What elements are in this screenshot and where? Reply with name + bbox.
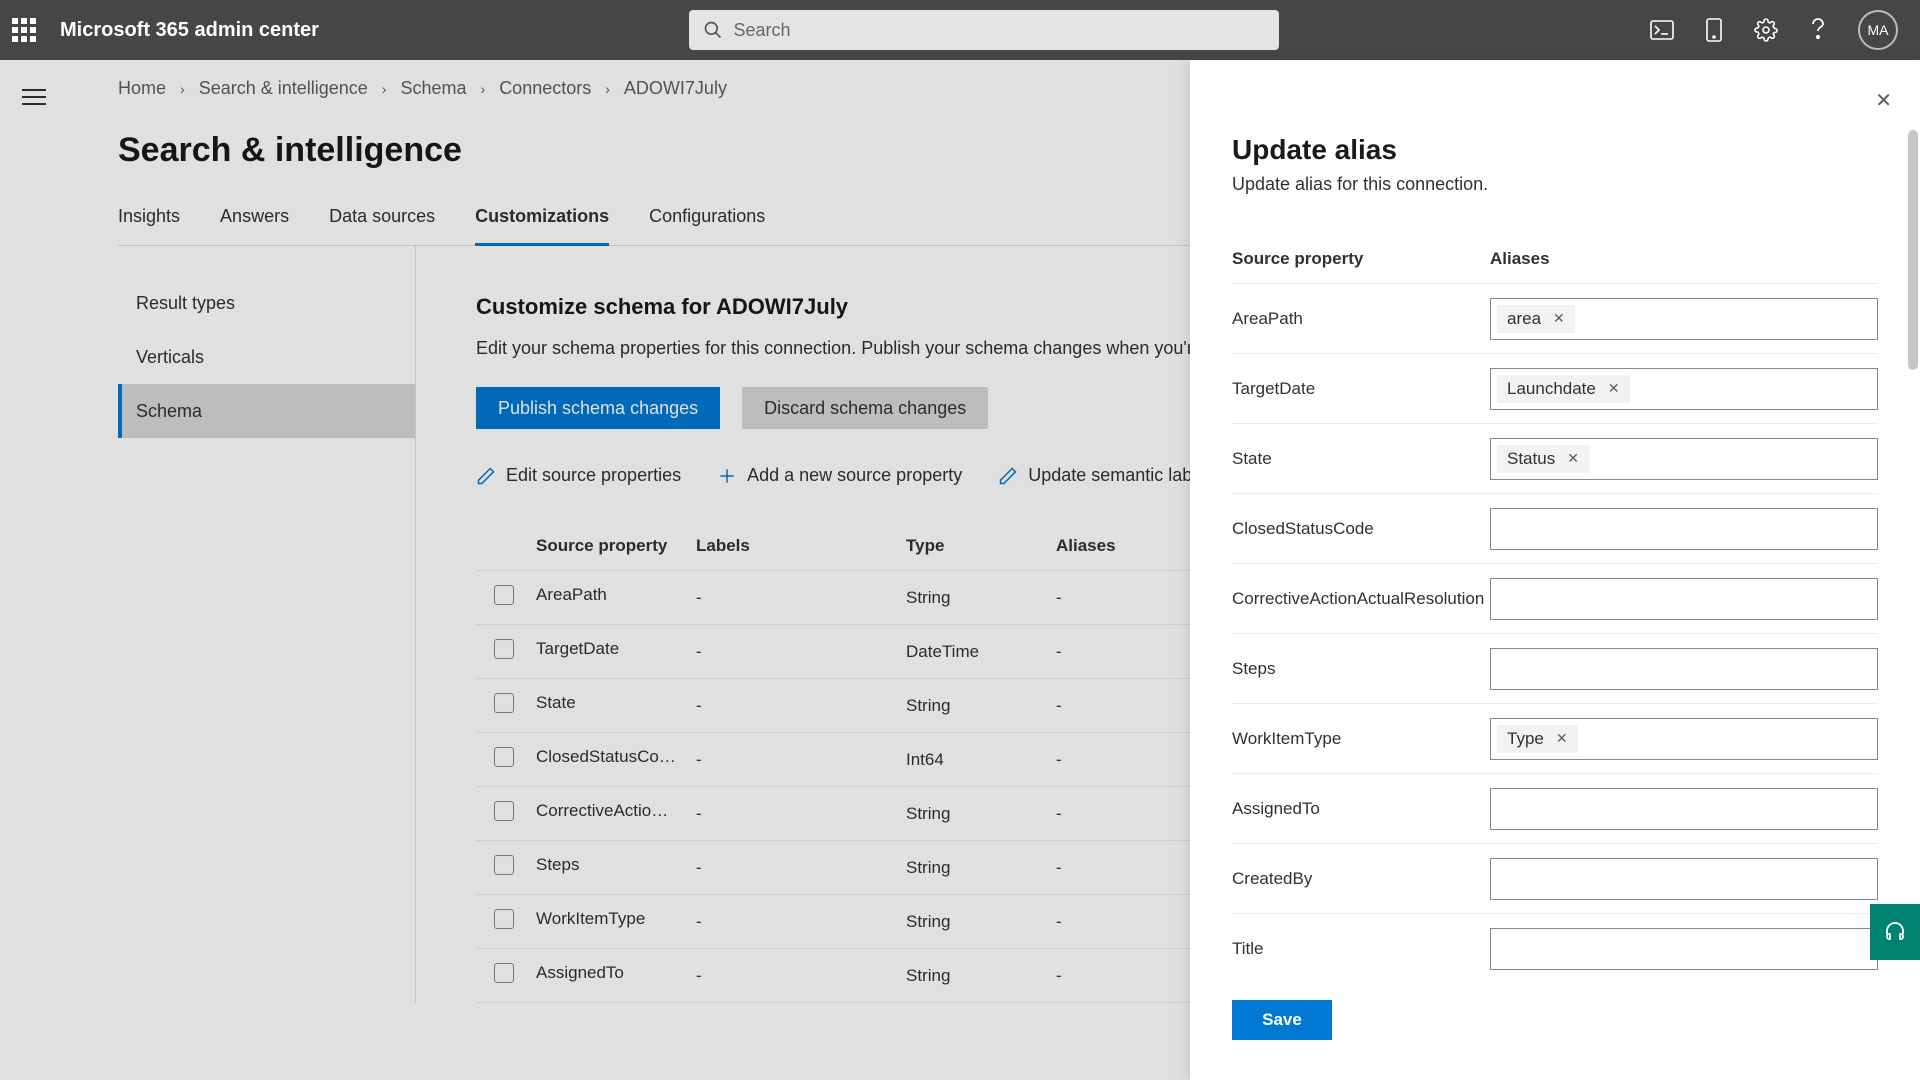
panel-footer: Save (1190, 980, 1920, 1080)
headset-icon (1883, 920, 1907, 944)
alias-row: CorrectiveActionActualResolution (1232, 563, 1878, 633)
alias-input[interactable]: Status✕ (1490, 438, 1878, 480)
global-header: Microsoft 365 admin center Search MA (0, 0, 1920, 60)
close-icon[interactable]: ✕ (1875, 88, 1892, 113)
remove-chip-icon[interactable]: ✕ (1556, 730, 1568, 747)
alias-source-label: CorrectiveActionActualResolution (1232, 589, 1490, 609)
alias-input[interactable] (1490, 578, 1878, 620)
alias-source-label: State (1232, 449, 1490, 469)
alias-input[interactable]: Type✕ (1490, 718, 1878, 760)
help-icon[interactable] (1806, 18, 1830, 42)
remove-chip-icon[interactable]: ✕ (1608, 380, 1620, 397)
alias-source-label: AssignedTo (1232, 799, 1490, 819)
alias-row: WorkItemType Type✕ (1232, 703, 1878, 773)
head-aliases: Aliases (1490, 249, 1550, 269)
alias-input[interactable]: Launchdate✕ (1490, 368, 1878, 410)
alias-input[interactable] (1490, 508, 1878, 550)
avatar[interactable]: MA (1858, 10, 1898, 50)
avatar-initials: MA (1868, 22, 1889, 38)
alias-row: AssignedTo (1232, 773, 1878, 843)
alias-chip: Status✕ (1497, 445, 1589, 473)
save-button[interactable]: Save (1232, 1000, 1332, 1040)
alias-row: CreatedBy (1232, 843, 1878, 913)
app-launcher-icon[interactable] (12, 18, 36, 42)
alias-source-label: Title (1232, 939, 1490, 959)
remove-chip-icon[interactable]: ✕ (1567, 450, 1579, 467)
alias-source-label: Steps (1232, 659, 1490, 679)
update-alias-panel: ✕ Update alias Update alias for this con… (1190, 60, 1920, 1080)
alias-row: State Status✕ (1232, 423, 1878, 493)
alias-source-label: TargetDate (1232, 379, 1490, 399)
help-fab[interactable] (1870, 904, 1920, 960)
alias-input[interactable] (1490, 788, 1878, 830)
alias-row: Title (1232, 913, 1878, 980)
search-icon (703, 20, 723, 40)
alias-input[interactable]: area✕ (1490, 298, 1878, 340)
alias-input[interactable] (1490, 648, 1878, 690)
search-input[interactable]: Search (689, 10, 1279, 50)
alias-row: TargetDate Launchdate✕ (1232, 353, 1878, 423)
alias-source-label: AreaPath (1232, 309, 1490, 329)
alias-row: AreaPath area✕ (1232, 283, 1878, 353)
panel-desc: Update alias for this connection. (1232, 174, 1878, 195)
shell-icon[interactable] (1650, 18, 1674, 42)
alias-head: Source property Aliases (1232, 249, 1878, 283)
search-wrap: Search (319, 10, 1650, 50)
mobile-icon[interactable] (1702, 18, 1726, 42)
alias-chip: Launchdate✕ (1497, 375, 1630, 403)
alias-input[interactable] (1490, 858, 1878, 900)
head-source: Source property (1232, 249, 1490, 269)
alias-source-label: CreatedBy (1232, 869, 1490, 889)
settings-icon[interactable] (1754, 18, 1778, 42)
alias-source-label: WorkItemType (1232, 729, 1490, 749)
alias-row: Steps (1232, 633, 1878, 703)
alias-chip: Type✕ (1497, 725, 1578, 753)
alias-input[interactable] (1490, 928, 1878, 970)
panel-title: Update alias (1232, 134, 1878, 166)
scrollbar[interactable] (1908, 130, 1918, 370)
app-title: Microsoft 365 admin center (60, 19, 319, 42)
alias-source-label: ClosedStatusCode (1232, 519, 1490, 539)
alias-chip: area✕ (1497, 305, 1575, 333)
panel-inner: Update alias Update alias for this conne… (1190, 60, 1920, 980)
alias-row: ClosedStatusCode (1232, 493, 1878, 563)
remove-chip-icon[interactable]: ✕ (1553, 310, 1565, 327)
search-placeholder: Search (733, 20, 790, 41)
header-actions: MA (1650, 10, 1908, 50)
